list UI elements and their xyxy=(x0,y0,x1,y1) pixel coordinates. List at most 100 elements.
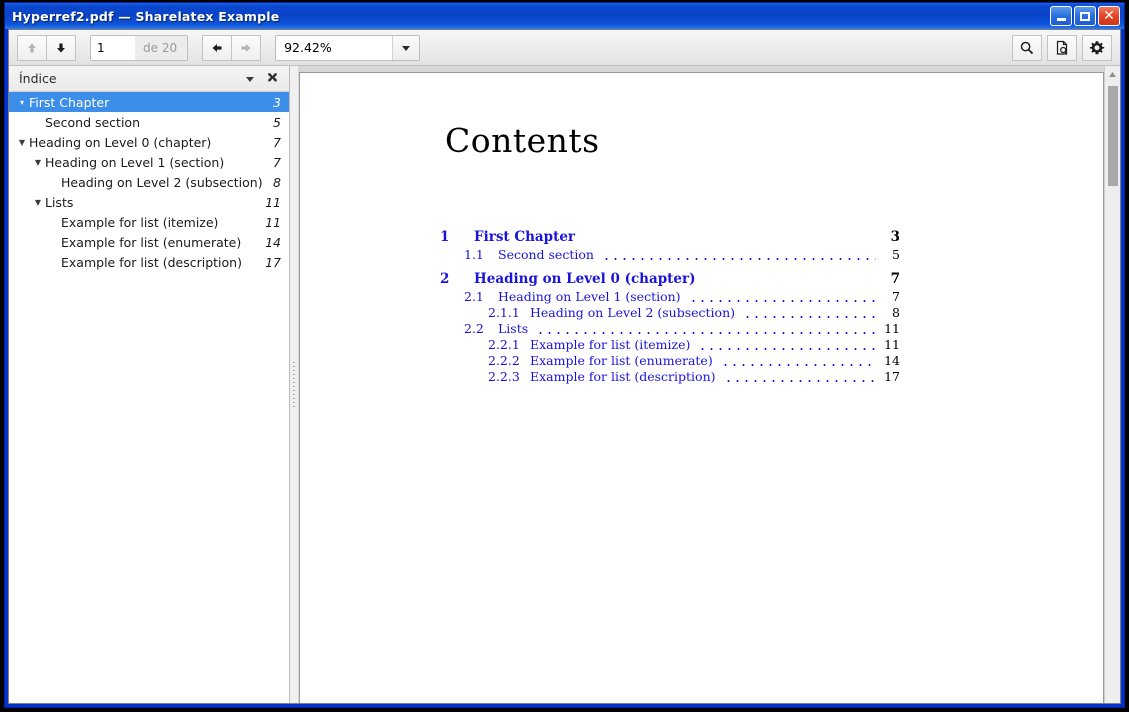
outline-item-label: Heading on Level 0 (chapter) xyxy=(29,134,212,150)
page-scroll-area[interactable]: Contents 1 First Chapter 3 1.1 Second sectio… xyxy=(299,66,1104,703)
toolbar-right-group xyxy=(1012,34,1112,61)
sidebar-panel: Índice ▾ First Chapter 3 Second section 5 ▼ He… xyxy=(9,66,290,703)
window-controls: ✕ xyxy=(1050,6,1120,26)
outline-item-label: Second section xyxy=(45,114,140,130)
outline-item-label: Example for list (itemize) xyxy=(61,214,219,230)
window-title: Hyperref2.pdf — Sharelatex Example xyxy=(12,8,280,24)
title-bar[interactable]: Hyperref2.pdf — Sharelatex Example ✕ xyxy=(5,3,1124,29)
outline-item-label: Heading on Level 1 (section) xyxy=(45,154,225,170)
back-arrow-icon xyxy=(212,43,222,52)
document-properties-icon xyxy=(1056,40,1068,55)
outline-item-4[interactable]: Heading on Level 2 (subsection) 8 xyxy=(9,172,289,192)
page-number-widget[interactable]: de 20 xyxy=(90,34,189,61)
page-nav-group xyxy=(17,34,76,61)
outline-item-page: 11 xyxy=(265,214,281,230)
toc-entry-number: 2 xyxy=(440,271,450,287)
splitter-grip-icon xyxy=(293,361,295,408)
toc-dot-leader xyxy=(688,300,876,302)
outline-item-6[interactable]: Example for list (itemize) 11 xyxy=(9,212,289,232)
toc-entry-number: 2.2.1 xyxy=(488,337,520,352)
outline-item-2[interactable]: ▼ Heading on Level 0 (chapter) 7 xyxy=(9,132,289,152)
toc-entry-number: 2.2 xyxy=(464,321,484,336)
outline-item-8[interactable]: Example for list (description) 17 xyxy=(9,252,289,272)
close-button[interactable]: ✕ xyxy=(1098,6,1120,26)
toc-dot-leader xyxy=(704,284,876,286)
outline-item-page: 17 xyxy=(265,254,281,270)
toc-entry-2[interactable]: 2 Heading on Level 0 (chapter) 7 xyxy=(440,269,900,289)
next-page-button[interactable] xyxy=(46,34,76,61)
pdf-viewer: Contents 1 First Chapter 3 1.1 Second sectio… xyxy=(299,66,1120,703)
search-icon xyxy=(1020,41,1034,54)
sidebar-title: Índice xyxy=(19,71,57,86)
chevron-down-icon xyxy=(246,76,254,82)
toc-entry-title: Example for list (description) xyxy=(530,369,716,384)
toc-entry-page: 17 xyxy=(884,369,900,384)
outline-item-page: 14 xyxy=(265,234,281,250)
toc-entry-0[interactable]: 1 First Chapter 3 xyxy=(440,227,900,247)
expander-triangle-icon[interactable]: ▾ xyxy=(15,98,29,107)
outline-item-1[interactable]: Second section 5 xyxy=(9,112,289,132)
maximize-icon xyxy=(1080,11,1090,21)
toc-entry-5[interactable]: 2.2 Lists 11 xyxy=(440,321,900,337)
scrollbar-thumb[interactable] xyxy=(1108,86,1118,186)
table-of-contents: 1 First Chapter 3 1.1 Second section 5 2 Headin… xyxy=(440,221,900,385)
expander-triangle-icon[interactable]: ▼ xyxy=(15,138,29,147)
toc-entry-page: 8 xyxy=(892,305,900,320)
toc-dot-leader xyxy=(720,364,876,366)
page-total-label: de 20 xyxy=(143,40,178,55)
outline-item-page: 11 xyxy=(265,194,281,210)
up-arrow-icon xyxy=(28,43,36,52)
up-arrow-icon xyxy=(1109,71,1116,77)
toc-entry-page: 11 xyxy=(884,337,900,352)
toc-entry-7[interactable]: 2.2.2 Example for list (enumerate) 14 xyxy=(440,353,900,369)
back-button[interactable] xyxy=(202,34,233,61)
expander-triangle-icon[interactable]: ▼ xyxy=(31,158,45,167)
outline-item-5[interactable]: ▼ Lists 11 xyxy=(9,192,289,212)
forward-arrow-icon xyxy=(241,43,251,52)
client-area: de 20 92.42% xyxy=(8,29,1121,704)
toc-entry-number: 2.2.2 xyxy=(488,353,520,368)
outline-item-page: 8 xyxy=(273,174,281,190)
pdf-page: Contents 1 First Chapter 3 1.1 Second sectio… xyxy=(299,72,1104,703)
outline-item-3[interactable]: ▼ Heading on Level 1 (section) 7 xyxy=(9,152,289,172)
expander-triangle-icon[interactable]: ▼ xyxy=(31,198,45,207)
toc-entry-8[interactable]: 2.2.3 Example for list (description) 17 xyxy=(440,369,900,385)
toc-entry-title: First Chapter xyxy=(474,229,576,245)
sidebar-splitter[interactable] xyxy=(290,66,299,703)
forward-button[interactable] xyxy=(231,34,262,61)
toc-entry-number: 2.2.3 xyxy=(488,369,520,384)
toc-dot-leader xyxy=(743,316,876,318)
toc-entry-1[interactable]: 1.1 Second section 5 xyxy=(440,247,900,263)
scroll-up-button[interactable] xyxy=(1105,68,1120,80)
document-heading: Contents xyxy=(445,121,600,160)
toc-entry-4[interactable]: 2.1.1 Heading on Level 2 (subsection) 8 xyxy=(440,305,900,321)
outline-item-0[interactable]: ▾ First Chapter 3 xyxy=(9,92,289,112)
minimize-button[interactable] xyxy=(1050,6,1072,26)
outline-item-page: 7 xyxy=(273,134,281,150)
toc-entry-title: Heading on Level 0 (chapter) xyxy=(474,271,696,287)
down-arrow-icon xyxy=(57,43,65,52)
outline-tree[interactable]: ▾ First Chapter 3 Second section 5 ▼ Heading o… xyxy=(9,92,289,703)
zoom-dropdown-button[interactable] xyxy=(392,35,420,60)
toc-dot-leader xyxy=(536,332,876,334)
application-window: Hyperref2.pdf — Sharelatex Example ✕ 1 d… xyxy=(4,2,1125,708)
outline-item-7[interactable]: Example for list (enumerate) 14 xyxy=(9,232,289,252)
toc-entry-page: 14 xyxy=(884,353,900,368)
toc-dot-leader xyxy=(723,380,876,382)
settings-button[interactable] xyxy=(1082,34,1112,61)
previous-page-button[interactable] xyxy=(17,34,47,61)
page-number-input[interactable] xyxy=(91,35,135,60)
sidebar-menu-button[interactable] xyxy=(239,69,261,89)
search-button[interactable] xyxy=(1012,34,1042,61)
outline-item-label: First Chapter xyxy=(29,94,110,110)
zoom-combobox[interactable]: 92.42% xyxy=(275,34,421,61)
toc-entry-6[interactable]: 2.2.1 Example for list (itemize) 11 xyxy=(440,337,900,353)
toc-entry-number: 2.1 xyxy=(464,289,484,304)
vertical-scrollbar[interactable] xyxy=(1104,66,1120,703)
toc-entry-page: 7 xyxy=(892,289,900,304)
document-properties-button[interactable] xyxy=(1047,34,1077,61)
maximize-button[interactable] xyxy=(1074,6,1096,26)
toc-entry-3[interactable]: 2.1 Heading on Level 1 (section) 7 xyxy=(440,289,900,305)
sidebar-close-button[interactable] xyxy=(261,69,283,89)
chevron-down-icon xyxy=(402,45,411,51)
